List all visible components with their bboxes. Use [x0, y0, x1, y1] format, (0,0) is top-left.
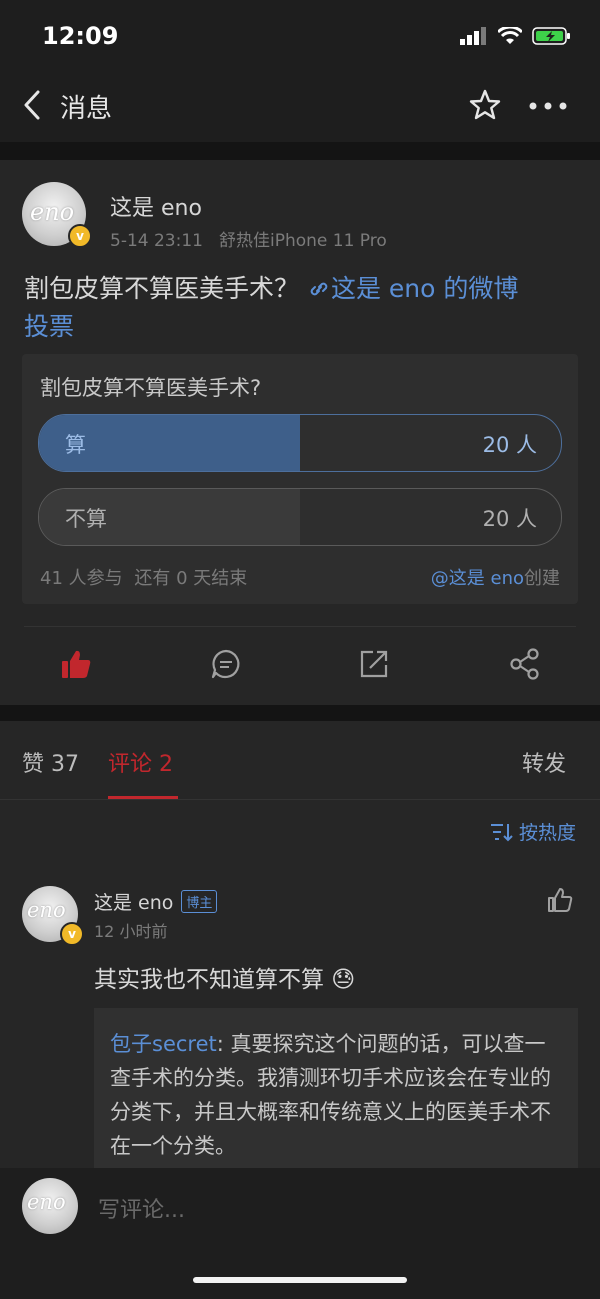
verified-badge-icon: v	[60, 922, 84, 946]
section-gap	[0, 142, 600, 160]
post-date: 5-14 23:11	[110, 231, 203, 251]
vote-creator-link[interactable]: @这是 eno	[431, 568, 524, 589]
comment-like-icon[interactable]	[546, 886, 574, 914]
like-icon[interactable]	[58, 646, 94, 682]
tab-underline	[108, 796, 178, 799]
reply-author[interactable]: 包子secret	[110, 1032, 217, 1056]
post-author-name[interactable]: 这是 eno	[110, 190, 202, 222]
avatar-logo-text: eno	[27, 898, 66, 922]
vote-option-no[interactable]: 不算 20 人	[38, 488, 562, 546]
vote-option-label: 算	[65, 433, 86, 457]
author-badge: 博主	[181, 890, 218, 913]
comment-icon[interactable]	[208, 646, 244, 682]
link-icon	[310, 282, 328, 296]
vote-link-text2: 投票	[24, 312, 75, 341]
back-icon[interactable]	[20, 88, 48, 122]
vote-question: 割包皮算不算医美手术?	[40, 376, 262, 400]
tab-reposts[interactable]: 转发	[522, 746, 566, 778]
vote-creator: @这是 eno创建	[431, 564, 560, 590]
signal-icon	[460, 27, 486, 45]
page-title: 消息	[60, 94, 113, 124]
vote-option-count: 20 人	[482, 433, 537, 457]
tab-likes[interactable]: 赞 37	[22, 746, 79, 778]
vote-remaining: 还有 0 天结束	[134, 568, 248, 589]
comment-input[interactable]: 写评论...	[98, 1192, 185, 1224]
star-icon[interactable]	[468, 88, 502, 122]
vote-participants: 41 人参与	[40, 568, 123, 589]
battery-icon	[532, 27, 570, 45]
sort-icon	[490, 823, 513, 841]
comment-author-name: 这是 eno	[94, 892, 174, 914]
repost-icon[interactable]	[356, 646, 392, 682]
section-gap	[0, 705, 600, 721]
more-icon[interactable]	[528, 100, 568, 112]
reply-text: 包子secret: 真要探究这个问题的话，可以查一查手术的分类。我猜测环切手术应…	[110, 1027, 562, 1163]
tab-bar	[0, 721, 600, 800]
avatar-logo-text: eno	[30, 198, 75, 226]
status-time: 12:09	[42, 22, 119, 50]
post-meta: 5-14 23:11 舒热佳iPhone 11 Pro	[110, 226, 387, 251]
post-text-body: 割包皮算不算医美手术？	[24, 274, 300, 303]
post-source: 舒热佳iPhone 11 Pro	[218, 231, 387, 251]
sort-button[interactable]: 按热度	[489, 818, 576, 845]
comment-author[interactable]: 这是 eno 博主	[94, 888, 218, 915]
vote-option-count: 20 人	[482, 507, 537, 531]
share-icon[interactable]	[507, 646, 543, 682]
comment-time: 12 小时前	[94, 922, 168, 941]
my-avatar[interactable]: eno	[22, 1178, 78, 1234]
sort-label: 按热度	[518, 822, 576, 844]
wifi-icon	[498, 27, 522, 44]
divider	[24, 626, 576, 627]
vote-creator-suffix: 创建	[524, 568, 560, 589]
vote-link-text: 这是 eno 的微博	[330, 274, 519, 303]
verified-badge-icon: v	[68, 224, 92, 248]
tab-comments[interactable]: 评论 2	[108, 746, 173, 778]
comment-text: 其实我也不知道算不算 😓	[94, 967, 356, 993]
status-icons	[460, 26, 572, 46]
vote-option-yes[interactable]: 算 20 人	[38, 414, 562, 472]
home-indicator	[193, 1277, 407, 1283]
vote-option-label: 不算	[65, 507, 107, 531]
vote-footer: 41 人参与 还有 0 天结束	[40, 564, 247, 590]
post-text: 割包皮算不算医美手术？ 这是 eno 的微博投票	[24, 270, 580, 346]
avatar-logo-text: eno	[27, 1190, 66, 1214]
